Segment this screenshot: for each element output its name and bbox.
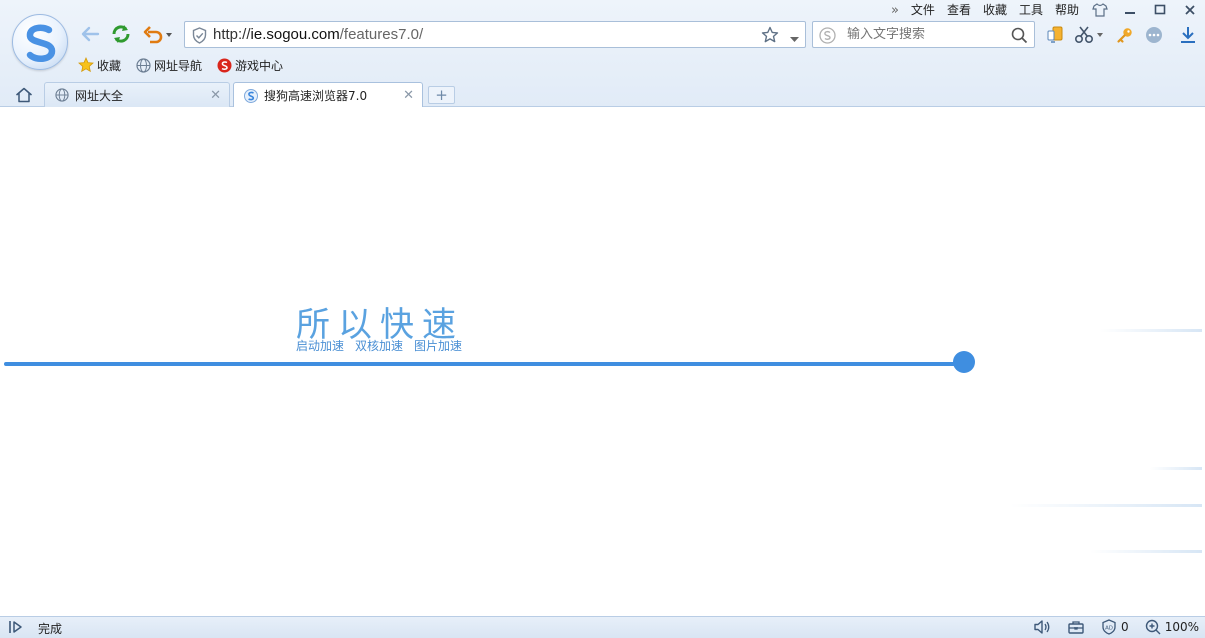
browser-chrome: » 文件 查看 收藏 工具 帮助 http://ie.sogou.com/fea… — [0, 0, 1205, 108]
sidebar-toggle-icon[interactable] — [8, 619, 24, 638]
svg-text:AD: AD — [1105, 626, 1113, 632]
zoom-level: 100% — [1164, 620, 1199, 634]
fav-label: 游戏中心 — [235, 58, 284, 73]
speaker-icon[interactable] — [1033, 619, 1051, 635]
download-icon[interactable] — [1176, 23, 1200, 47]
decorative-streak — [1150, 467, 1202, 470]
refresh-icon — [112, 25, 130, 43]
minimize-icon[interactable] — [1115, 0, 1145, 20]
fav-item-nav[interactable]: 网址导航 — [135, 57, 202, 74]
globe-icon — [135, 57, 151, 73]
sogou-s-icon — [26, 24, 56, 62]
refresh-button[interactable] — [109, 22, 133, 46]
game-icon — [216, 57, 232, 73]
address-bar[interactable]: http://ie.sogou.com/features7.0/ — [184, 21, 806, 48]
tab-bar: 网址大全 ✕ 搜狗高速浏览器7.0 ✕ + — [0, 80, 1205, 108]
undo-icon — [143, 26, 172, 44]
progress-dot[interactable] — [953, 351, 975, 373]
sogou-s-icon[interactable] — [819, 27, 836, 47]
star-icon[interactable] — [761, 26, 779, 47]
progress-line — [4, 362, 964, 366]
search-input[interactable] — [847, 27, 997, 42]
address-url[interactable]: http://ie.sogou.com/features7.0/ — [213, 26, 423, 43]
chevron-down-icon[interactable] — [790, 32, 799, 46]
decorative-streak — [1100, 329, 1202, 332]
tab-label: 网址大全 — [75, 88, 124, 103]
tab-sogou-browser[interactable]: 搜狗高速浏览器7.0 ✕ — [233, 82, 423, 108]
decorative-streak — [1010, 504, 1202, 507]
toolbox-icon[interactable] — [1067, 619, 1085, 635]
close-icon[interactable]: ✕ — [403, 88, 414, 103]
menu-view[interactable]: 查看 — [941, 0, 977, 20]
tab-nav-directory[interactable]: 网址大全 ✕ — [44, 82, 230, 107]
star-icon — [78, 57, 94, 73]
adblock-counter[interactable]: AD 0 — [1101, 619, 1129, 635]
search-box[interactable] — [812, 21, 1035, 48]
scissors-icon[interactable] — [1073, 23, 1107, 47]
magnifier-icon[interactable] — [1011, 27, 1028, 47]
globe-icon — [55, 88, 69, 102]
status-text: 完成 — [38, 622, 63, 636]
fav-item-favorites[interactable]: 收藏 — [78, 57, 121, 74]
close-icon[interactable]: ✕ — [210, 88, 221, 103]
page-content: 所以快速 启动加速 双核加速 图片加速 — [0, 107, 1205, 616]
tab-label: 搜狗高速浏览器7.0 — [264, 89, 368, 103]
tshirt-icon[interactable] — [1085, 0, 1115, 20]
feature-link-startup[interactable]: 启动加速 — [296, 337, 344, 354]
fav-item-game-center[interactable]: 游戏中心 — [216, 57, 283, 74]
fav-label: 收藏 — [97, 58, 122, 73]
more-icon[interactable] — [1142, 23, 1166, 47]
feature-links: 启动加速 双核加速 图片加速 — [296, 337, 473, 354]
url-path: /features7.0/ — [339, 26, 424, 43]
home-button[interactable] — [10, 83, 38, 107]
key-icon[interactable] — [1113, 23, 1137, 47]
sync-icon[interactable] — [1043, 23, 1067, 47]
decorative-streak — [1090, 550, 1202, 553]
back-button[interactable] — [78, 22, 102, 46]
menu-file[interactable]: 文件 — [905, 0, 941, 20]
new-tab-button[interactable]: + — [428, 86, 455, 104]
url-scheme: http:// — [213, 26, 251, 43]
maximize-icon[interactable] — [1145, 0, 1175, 20]
menu-favorites[interactable]: 收藏 — [977, 0, 1013, 20]
feature-link-dual-core[interactable]: 双核加速 — [355, 337, 403, 354]
zoom-control[interactable]: 100% — [1145, 619, 1199, 635]
adblock-shield-icon: AD — [1102, 619, 1116, 635]
home-icon — [16, 87, 32, 103]
adblock-count: 0 — [1121, 620, 1129, 634]
menu-tools[interactable]: 工具 — [1013, 0, 1049, 20]
undo-close-button[interactable] — [141, 22, 177, 46]
menu-help[interactable]: 帮助 — [1049, 0, 1085, 20]
sogou-s-icon — [244, 88, 258, 103]
shield-icon[interactable] — [192, 27, 207, 47]
menu-bar: » 文件 查看 收藏 工具 帮助 — [885, 0, 1205, 20]
sogou-logo[interactable] — [12, 14, 68, 70]
status-bar: 完成 AD 0 100% — [0, 616, 1205, 638]
zoom-icon — [1145, 619, 1161, 635]
close-icon[interactable] — [1175, 0, 1205, 20]
fav-label: 网址导航 — [154, 58, 203, 73]
url-host: ie.sogou.com — [250, 26, 340, 43]
double-chevron-right-icon[interactable]: » — [885, 3, 905, 18]
feature-link-image[interactable]: 图片加速 — [414, 337, 462, 354]
arrow-left-icon — [81, 26, 100, 42]
favorites-bar: 收藏 网址导航 游戏中心 — [78, 55, 297, 75]
